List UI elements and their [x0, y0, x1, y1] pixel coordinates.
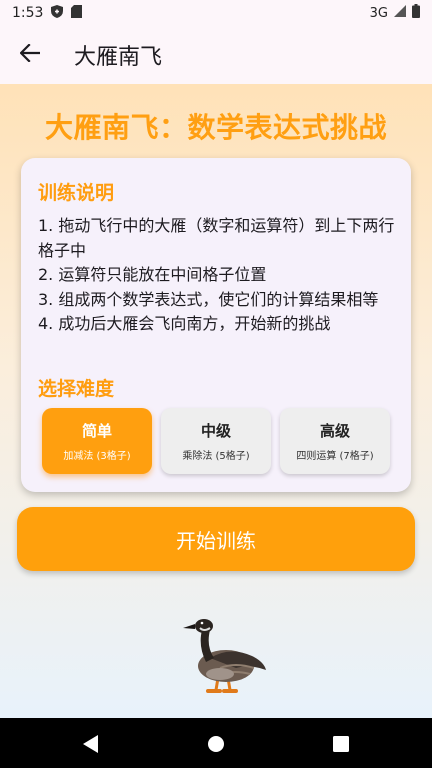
difficulty-label: 简单	[81, 422, 112, 440]
instruction-line: 1. 拖动飞行中的大雁（数字和运算符）到上下两行格子中	[38, 216, 395, 260]
network-type: 3G	[369, 5, 388, 21]
difficulty-label: 中级	[200, 422, 231, 440]
status-time: 1:53	[12, 5, 44, 21]
difficulty-sub: 加减法 (3格子)	[63, 451, 131, 462]
back-triangle-icon[interactable]	[78, 731, 104, 757]
instruction-line: 3. 组成两个数学表达式，使它们的计算结果相等	[38, 289, 379, 309]
difficulty-options: 简单 加减法 (3格子) 中级 乘除法 (5格子) 高级 四则运算 (7格子)	[42, 408, 390, 474]
instruction-line: 4. 成功后大雁会飞向南方，开始新的挑战	[38, 314, 331, 333]
home-circle-icon[interactable]	[203, 731, 229, 757]
battery-icon	[412, 4, 420, 22]
signal-icon	[394, 5, 406, 21]
shield-icon	[51, 4, 64, 22]
instructions-list: 1. 拖动飞行中的大雁（数字和运算符）到上下两行格子中 2. 运算符只能放在中间…	[38, 214, 398, 337]
recents-square-icon[interactable]	[328, 731, 354, 757]
system-nav-bar	[0, 718, 432, 768]
difficulty-title: 选择难度	[38, 378, 115, 400]
instruction-card: 训练说明 1. 拖动飞行中的大雁（数字和运算符）到上下两行格子中 2. 运算符只…	[21, 158, 411, 492]
difficulty-sub: 乘除法 (5格子)	[182, 451, 250, 462]
arrow-back-icon	[19, 43, 41, 66]
difficulty-hard-button[interactable]: 高级 四则运算 (7格子)	[280, 408, 390, 474]
difficulty-medium-button[interactable]: 中级 乘除法 (5格子)	[161, 408, 271, 474]
main-content: 大雁南飞：数学表达式挑战 训练说明 1. 拖动飞行中的大雁（数字和运算符）到上下…	[0, 84, 432, 718]
page-title: 大雁南飞	[74, 45, 163, 70]
difficulty-label: 高级	[319, 422, 350, 440]
difficulty-sub: 四则运算 (7格子)	[296, 451, 374, 462]
goose-illustration	[180, 612, 270, 698]
sd-card-icon	[71, 4, 83, 22]
back-button[interactable]	[2, 27, 58, 83]
difficulty-easy-button[interactable]: 简单 加减法 (3格子)	[42, 408, 152, 474]
instruction-line: 2. 运算符只能放在中间格子位置	[38, 265, 267, 284]
status-bar: 1:53 3G	[0, 0, 432, 26]
app-bar: 大雁南飞	[0, 26, 432, 84]
instructions-title: 训练说明	[38, 182, 115, 204]
start-training-button[interactable]: 开始训练	[17, 507, 415, 571]
hero-title: 大雁南飞：数学表达式挑战	[44, 111, 387, 144]
